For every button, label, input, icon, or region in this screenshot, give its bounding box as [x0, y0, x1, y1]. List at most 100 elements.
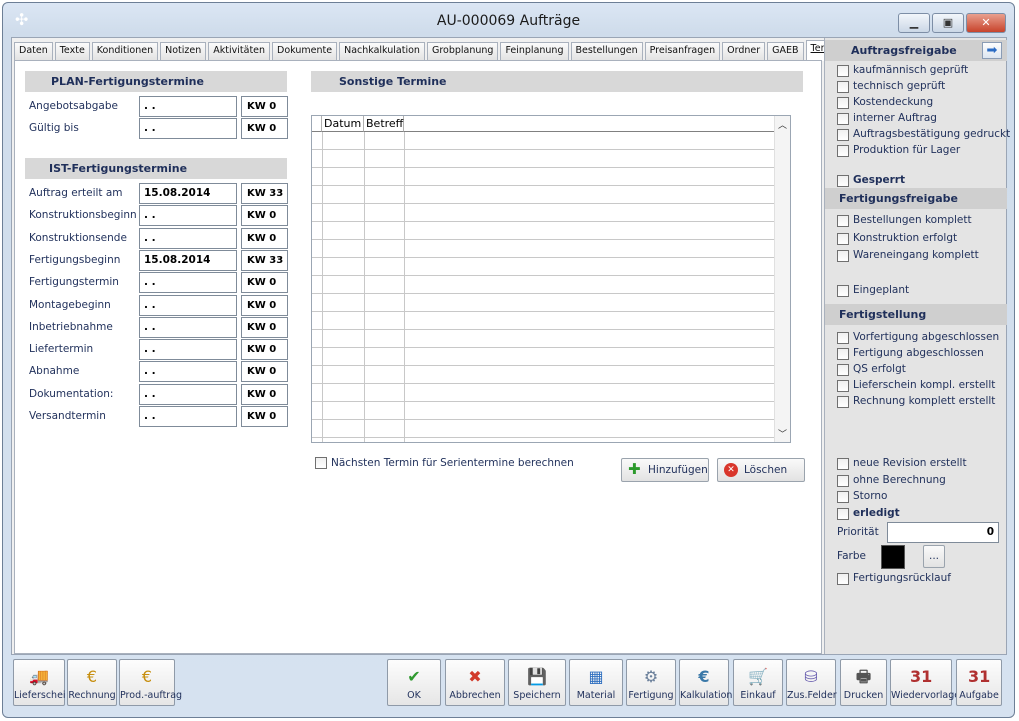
plus-icon: ✚ [628, 460, 641, 478]
farbe-label: Farbe [837, 550, 866, 562]
grid-row[interactable] [312, 240, 775, 258]
tab-bestellungen[interactable]: Bestellungen [570, 42, 643, 60]
tab-dokumente[interactable]: Dokumente [272, 42, 338, 60]
tab-grobplanung[interactable]: Grobplanung [426, 42, 499, 60]
toolbar-abbrechen-button[interactable]: ✖ Abbrechen [445, 659, 505, 706]
grid-row[interactable] [312, 330, 775, 348]
ist-kw-field: KW 0 [241, 361, 288, 383]
delete-button[interactable]: ✕ Löschen [717, 458, 805, 482]
toolbar-einkauf-button[interactable]: 🛒 Einkauf [733, 659, 783, 706]
tab-ordner[interactable]: Ordner [722, 42, 766, 60]
grid-row[interactable] [312, 150, 775, 168]
ist-date-input[interactable]: . . [139, 339, 237, 361]
grid-row[interactable] [312, 258, 775, 276]
toolbar-zusfelder-button[interactable]: ⛁ Zus.Felder [786, 659, 837, 706]
grid-row[interactable] [312, 348, 775, 366]
color-swatch[interactable] [881, 545, 905, 569]
toolbar-wiedervorlage-button[interactable]: 31 Wiedervorlage [890, 659, 960, 706]
grid-scrollbar[interactable]: ︿ ﹀ [774, 116, 790, 442]
grid-row[interactable] [312, 168, 775, 186]
toolbar-prodauftrag-button[interactable]: € Prod.-auftrag [119, 659, 182, 706]
kalkulation-icon: € [698, 667, 710, 686]
col-betreff[interactable]: Betreff [364, 116, 404, 132]
col-datum[interactable]: Datum [322, 116, 364, 132]
tab-texte[interactable]: Texte [54, 42, 90, 60]
grid-row[interactable] [312, 186, 775, 204]
ist-date-input[interactable]: . . [139, 272, 237, 294]
tab-bar: Daten Texte Konditionen Notizen Aktivitäten D… [14, 40, 885, 61]
ist-label: Konstruktionsbeginn [29, 209, 137, 222]
toolbar-speichern-button[interactable]: 💾 Speichern [508, 659, 566, 706]
ist-date-input[interactable]: . . [139, 205, 237, 227]
grid-row[interactable] [312, 384, 775, 402]
ist-label: Versandtermin [29, 410, 106, 422]
ist-date-input[interactable]: 15.08.2014 [139, 183, 237, 204]
tab-nachkalkulation[interactable]: Nachkalkulation [339, 42, 425, 60]
termine-grid[interactable]: Datum Betreff ︿ ﹀ [311, 115, 791, 443]
tab-gaeb[interactable]: GAEB [767, 42, 804, 60]
tab-aktivitäten[interactable]: Aktivitäten [208, 42, 271, 60]
tab-preisanfragen[interactable]: Preisanfragen [644, 42, 721, 60]
prodauftrag-icon: € [141, 667, 153, 686]
close-button[interactable]: ✕ [966, 13, 1006, 33]
plan-date-input[interactable]: . . [139, 118, 237, 139]
tab-notizen[interactable]: Notizen [160, 42, 207, 60]
freigabe-header: Auftragsfreigabe [825, 40, 1007, 61]
ist-date-input[interactable]: . . [139, 383, 237, 405]
toolbar-drucken-button[interactable]: 🖶 Drucken [840, 659, 887, 706]
ist-kw-field: KW 0 [241, 383, 288, 405]
ist-kw-field: KW 33 [241, 183, 288, 204]
zusfelder-icon: ⛁ [804, 667, 818, 686]
sonstige-header: Sonstige Termine [311, 71, 803, 92]
wiedervorlage-icon: 31 [910, 667, 933, 686]
einkauf-icon: 🛒 [748, 667, 768, 686]
grid-row[interactable] [312, 402, 775, 420]
toolbar-ok-button[interactable]: ✔ OK [387, 659, 441, 706]
toolbar-fertigung-button[interactable]: ⚙ Fertigung [626, 659, 676, 706]
add-button[interactable]: ✚ Hinzufügen [621, 458, 709, 482]
grid-row[interactable] [312, 204, 775, 222]
col-filler [404, 116, 775, 132]
ist-date-input[interactable]: . . [139, 406, 237, 427]
ist-date-input[interactable]: 15.08.2014 [139, 249, 237, 271]
plan-date-input[interactable]: . . [139, 96, 237, 117]
toolbar-material-button[interactable]: ▦ Material [569, 659, 623, 706]
ist-label: Fertigungsbeginn [29, 253, 121, 266]
termine-panel: PLAN-Fertigungstermine Angebotsabgabe . … [14, 60, 822, 654]
toolbar-kalkulation-button[interactable]: € Kalkulation [679, 659, 732, 706]
grid-row[interactable] [312, 366, 775, 384]
maximize-button[interactable]: ▣ [932, 13, 964, 33]
ist-date-input[interactable]: . . [139, 361, 237, 383]
ist-date-input[interactable]: . . [139, 316, 237, 338]
color-picker-button[interactable]: ... [923, 545, 945, 568]
toolbar-rechnung-button[interactable]: € Rechnung [67, 659, 117, 706]
minimize-button[interactable]: ▁ [898, 13, 930, 33]
ist-kw-field: KW 0 [241, 272, 288, 294]
window: ✣ AU-000069 Aufträge ▁ ▣ ✕ Daten Texte Kon… [2, 2, 1015, 718]
tab-feinplanung[interactable]: Feinplanung [500, 42, 569, 60]
toolbar-lieferschei-button[interactable]: 🚚 Lieferschei [13, 659, 66, 706]
ist-label: Liefertermin [29, 343, 94, 356]
plan-kw-field: KW 0 [241, 118, 288, 139]
plan-label: Angebotsabgabe [29, 100, 118, 112]
ist-kw-field: KW 0 [241, 227, 288, 249]
arrow-right-icon[interactable]: ➡ [982, 42, 1002, 59]
grid-row[interactable] [312, 222, 775, 240]
ist-label: Dokumentation: [29, 387, 114, 400]
grid-row[interactable] [312, 312, 775, 330]
grid-row[interactable] [312, 294, 775, 312]
abbrechen-icon: ✖ [468, 667, 482, 686]
grid-row[interactable] [312, 420, 775, 438]
grid-corner [312, 116, 322, 132]
grid-row[interactable] [312, 132, 775, 150]
prio-input[interactable]: 0 [887, 522, 999, 543]
ist-date-input[interactable]: . . [139, 294, 237, 316]
toolbar-aufgabe-button[interactable]: 31 Aufgabe [956, 659, 1002, 706]
ist-date-input[interactable]: . . [139, 227, 237, 249]
serien-checkbox[interactable] [315, 457, 327, 469]
scroll-up-icon[interactable]: ︿ [778, 118, 787, 131]
tab-daten[interactable]: Daten [14, 42, 53, 60]
grid-row[interactable] [312, 276, 775, 294]
tab-konditionen[interactable]: Konditionen [91, 42, 159, 60]
scroll-down-icon[interactable]: ﹀ [778, 427, 787, 440]
